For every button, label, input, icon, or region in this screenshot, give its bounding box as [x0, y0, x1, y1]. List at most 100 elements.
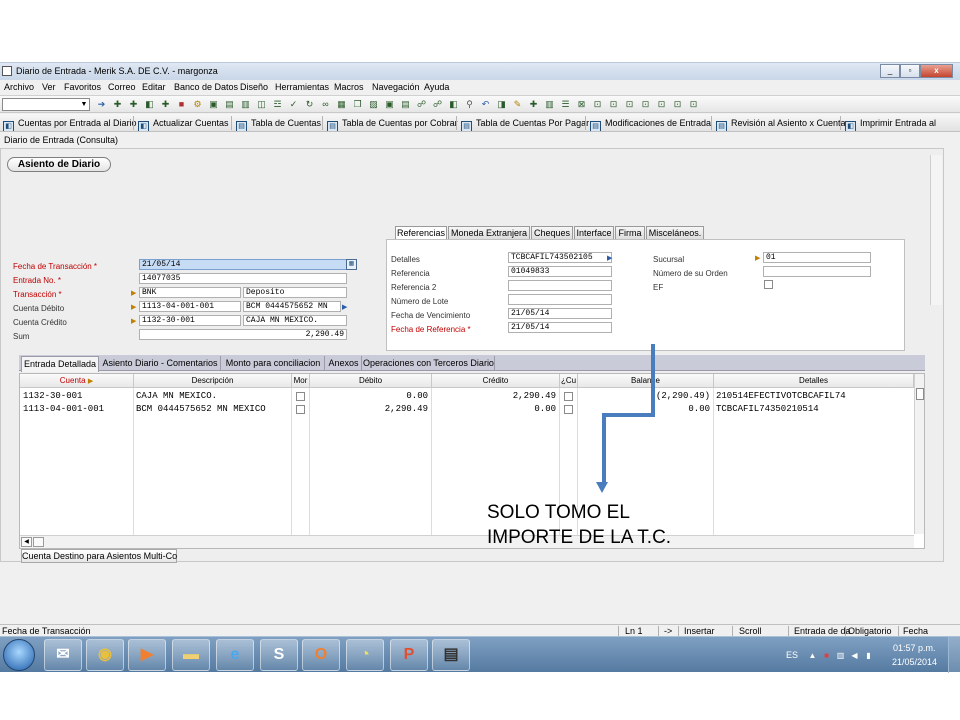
taskbar-app-window[interactable]: ▤	[432, 639, 470, 671]
taskbar-app-office[interactable]: O	[302, 639, 340, 671]
grid-horizontal-scrollbar[interactable]: ◀	[20, 535, 914, 548]
taskbar-app-clock[interactable]: ◔	[346, 639, 384, 671]
scroll-left-icon[interactable]: ◀	[21, 537, 32, 547]
tab-firma[interactable]: Firma	[615, 226, 645, 239]
row-mor-checkbox[interactable]	[296, 392, 305, 401]
form-vertical-scrollbar[interactable]	[930, 155, 942, 305]
zoom-icon[interactable]: ⚲	[464, 99, 475, 110]
column-header-detalles[interactable]: Detalles	[714, 374, 914, 388]
language-indicator[interactable]: ES	[786, 650, 798, 660]
row-cu-checkbox[interactable]	[564, 392, 573, 401]
tab-interface[interactable]: Interface	[574, 226, 614, 239]
column-header-balance[interactable]: Balance	[578, 374, 714, 388]
scroll-thumb[interactable]	[33, 537, 44, 547]
table-row-debito[interactable]: 2,290.49	[312, 404, 428, 415]
lookup-arrow-icon[interactable]: ▶	[131, 318, 137, 326]
taskbar-app-outlook[interactable]: ✉	[44, 639, 82, 671]
maximize-button[interactable]: ▫	[900, 64, 920, 78]
toolbar-icon-10[interactable]: ☲	[272, 99, 283, 110]
tab-operaciones-terceros[interactable]: Operaciones con Terceros Diario	[363, 356, 495, 371]
calendar-icon[interactable]: ▦	[346, 259, 357, 270]
toolbar-icon-15[interactable]: ▤	[400, 99, 411, 110]
referencia2-field[interactable]	[508, 280, 612, 291]
toolbar-icon-23[interactable]: ⊡	[608, 99, 619, 110]
expand-arrow-icon[interactable]: ▶	[342, 304, 348, 312]
expand-arrow-icon[interactable]: ▶	[607, 255, 613, 263]
column-header-credito[interactable]: Crédito	[432, 374, 560, 388]
go-arrow-icon[interactable]: ➔	[96, 99, 107, 110]
table-row-debito[interactable]: 0.00	[312, 391, 428, 402]
toolbar-icon-24[interactable]: ⊡	[624, 99, 635, 110]
binoculars-icon[interactable]: ☍	[416, 99, 427, 110]
toolbar-icon-17[interactable]: ◨	[496, 99, 507, 110]
start-button[interactable]	[3, 639, 35, 671]
ef-checkbox[interactable]	[764, 280, 773, 289]
taskbar-app-chrome[interactable]: ◉	[86, 639, 124, 671]
menu-banco-de-datos[interactable]: Banco de Datos	[174, 82, 238, 92]
clock-time[interactable]: 01:57 p.m.	[893, 643, 936, 653]
menu-diseno[interactable]: Diseño	[240, 82, 268, 92]
toolbar-icon-3[interactable]: ◧	[144, 99, 155, 110]
tray-app-icon[interactable]: ■	[822, 651, 831, 660]
menu-navegacion[interactable]: Navegación	[372, 82, 420, 92]
shortcut-actualizar-cuentas[interactable]: ◧ Actualizar Cuentas	[138, 116, 229, 131]
menu-editar[interactable]: Editar	[142, 82, 166, 92]
grid-vertical-scrollbar[interactable]	[914, 374, 924, 534]
shortcut-cuentas-por-entrada[interactable]: ◧ Cuentas por Entrada al Diario	[3, 116, 137, 131]
tab-asiento-comentarios[interactable]: Asiento Diario - Comentarios	[100, 356, 221, 371]
toolbar-icon-8[interactable]: ▥	[240, 99, 251, 110]
taskbar-app-powerpoint[interactable]: P	[390, 639, 428, 671]
shortcut-modificaciones[interactable]: ▤ Modificaciones de Entrada	[590, 116, 711, 131]
table-row-cuenta[interactable]: 1132-30-001	[23, 391, 131, 402]
undo-icon[interactable]: ↶	[480, 99, 491, 110]
clock-date[interactable]: 21/05/2014	[892, 657, 937, 667]
tab-anexos[interactable]: Anexos	[326, 356, 362, 371]
tab-miscelaneos[interactable]: Misceláneos.	[646, 226, 704, 239]
toolbar-icon-25[interactable]: ⊡	[640, 99, 651, 110]
menu-herramientas[interactable]: Herramientas	[275, 82, 329, 92]
toolbar-icon-16[interactable]: ◧	[448, 99, 459, 110]
detalles-field[interactable]: TCBCAFIL743502105	[508, 252, 612, 263]
cuenta-debito-code-field[interactable]: 1113-04-001-001	[139, 301, 241, 312]
scroll-thumb[interactable]	[916, 388, 924, 400]
tab-referencias[interactable]: Referencias	[395, 226, 447, 240]
tab-moneda-extranjera[interactable]: Moneda Extranjera	[448, 226, 530, 239]
gear-icon[interactable]: ⚙	[192, 99, 203, 110]
column-header-cuenta[interactable]: Cuenta ▶	[20, 374, 134, 388]
table-row-detalles[interactable]: TCBCAFIL74350210514	[716, 404, 912, 415]
table-row-credito[interactable]: 2,290.49	[434, 391, 556, 402]
sucursal-field[interactable]: 01	[763, 252, 871, 263]
asiento-de-diario-tab[interactable]: Asiento de Diario	[7, 157, 111, 172]
toolbar-icon-14[interactable]: ▣	[384, 99, 395, 110]
network-icon[interactable]: ▥	[836, 651, 845, 660]
numero-orden-field[interactable]	[763, 266, 871, 277]
toolbar-icon-18[interactable]: ✚	[528, 99, 539, 110]
binoculars-icon-2[interactable]: ☍	[432, 99, 443, 110]
show-desktop-button[interactable]	[948, 637, 960, 673]
table-row-cuenta[interactable]: 1113-04-001-001	[23, 404, 131, 415]
menu-archivo[interactable]: Archivo	[4, 82, 34, 92]
toolbar-combo[interactable]: ▼	[2, 98, 90, 111]
lookup-arrow-icon[interactable]: ▶	[131, 290, 137, 298]
toolbar-icon-20[interactable]: ☰	[560, 99, 571, 110]
menu-correo[interactable]: Correo	[108, 82, 136, 92]
power-icon[interactable]: ▮	[864, 651, 873, 660]
pencil-icon[interactable]: ✎	[512, 99, 523, 110]
taskbar-app-ie[interactable]: e	[216, 639, 254, 671]
numero-lote-field[interactable]	[508, 294, 612, 305]
menu-ver[interactable]: Ver	[42, 82, 56, 92]
toolbar-icon-7[interactable]: ▤	[224, 99, 235, 110]
entrada-no-field[interactable]: 14077035	[139, 273, 347, 284]
shortcut-tabla-cuentas-pagar[interactable]: ▤ Tabla de Cuentas Por Pagar	[461, 116, 589, 131]
menu-macros[interactable]: Macros	[334, 82, 364, 92]
row-cu-checkbox[interactable]	[564, 405, 573, 414]
toolbar-icon-27[interactable]: ⊡	[672, 99, 683, 110]
column-header-cu[interactable]: ¿Cu	[560, 374, 578, 388]
paste-icon[interactable]: ▨	[368, 99, 379, 110]
taskbar-app-skype[interactable]: S	[260, 639, 298, 671]
column-header-debito[interactable]: Débito	[310, 374, 432, 388]
toolbar-icon-28[interactable]: ⊡	[688, 99, 699, 110]
column-header-descripcion[interactable]: Descripción	[134, 374, 292, 388]
minimize-button[interactable]: _	[880, 64, 900, 78]
tab-monto-conciliacion[interactable]: Monto para conciliacion	[222, 356, 325, 371]
